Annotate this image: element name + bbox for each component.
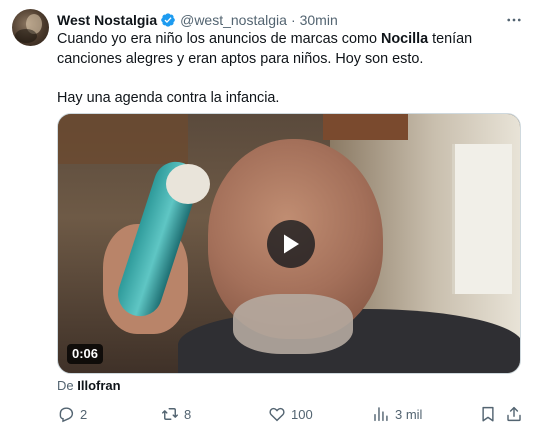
retweet-icon [162,408,178,420]
bookmark-icon [482,406,494,422]
video-duration: 0:06 [67,344,104,364]
reply-icon [59,407,74,423]
reply-button[interactable]: 2 [57,404,87,424]
play-button[interactable] [267,220,315,268]
views-icon [374,407,388,422]
tweet-paragraph-2: Hay una agenda contra la infancia. [57,89,280,106]
play-icon [284,234,299,254]
video-scene-shelf [58,114,188,164]
video-player[interactable]: 0:06 [57,113,521,374]
reply-count: 2 [80,406,88,422]
tweet-text-part-1: Cuando yo era niño los anuncios de marca… [57,31,381,47]
more-options-button[interactable] [504,10,524,30]
header-separator: · [290,12,296,28]
retweet-button[interactable]: 8 [161,404,191,424]
avatar[interactable] [12,9,49,46]
tweet-text: Cuando yo era niño los anuncios de marca… [57,30,527,108]
heart-icon [269,407,285,422]
brand-mention: Nocilla [380,31,429,47]
more-icon [507,18,521,22]
tweet-header: West Nostalgia @west_nostalgia · 30min [57,10,338,30]
source-prefix: De [57,378,74,393]
video-scene-device-tip [166,164,210,204]
video-scene-window [452,144,512,294]
bookmark-button[interactable] [479,404,502,424]
verified-badge-icon [161,13,175,27]
tweet-paragraph-1: Cuando yo era niño los anuncios de marca… [57,30,527,69]
like-button[interactable]: 100 [268,404,313,424]
like-count: 100 [291,406,313,422]
author-display-name[interactable]: West Nostalgia [57,12,157,28]
author-handle[interactable]: @west_nostalgia [180,12,287,28]
share-button[interactable] [505,404,528,424]
tweet[interactable]: West Nostalgia @west_nostalgia · 30min C… [0,0,537,436]
views-button[interactable]: 3 mil [372,404,422,424]
views-count: 3 mil [395,406,423,422]
retweet-count: 8 [184,406,192,422]
avatar-shade [15,29,37,43]
share-icon [507,406,521,422]
video-scene-beard [233,294,353,354]
video-scene-frame [323,114,408,140]
source-author-link[interactable]: Illofran [77,378,120,393]
video-source-attribution: De Illofran [57,378,121,393]
tweet-timestamp[interactable]: 30min [300,12,338,28]
